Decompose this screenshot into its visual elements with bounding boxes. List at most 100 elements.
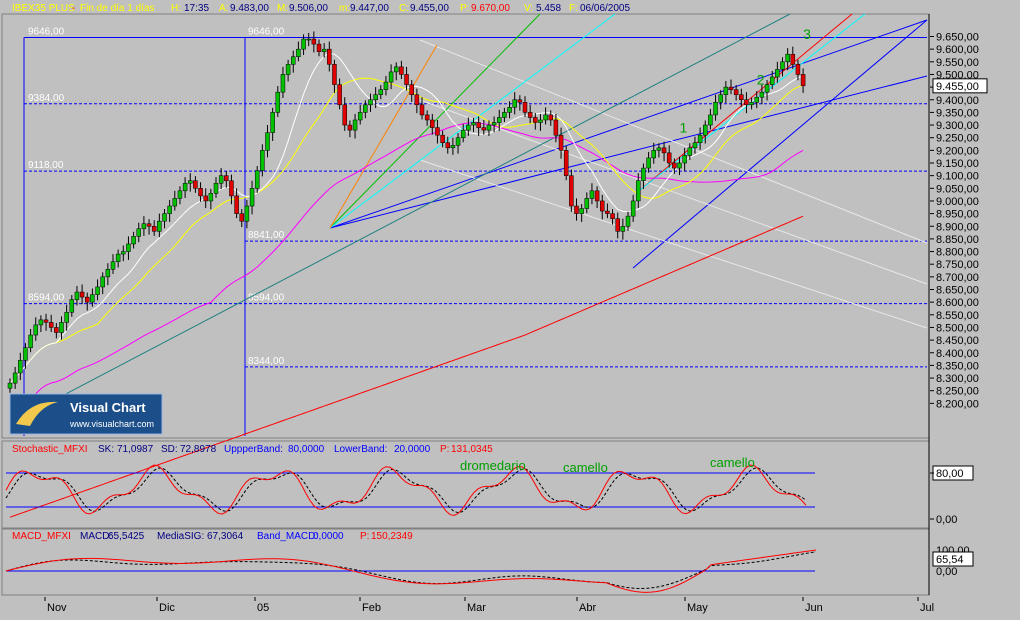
candle-body <box>610 213 615 219</box>
macd-title: MACD_MFXI <box>12 531 71 542</box>
candle-body <box>306 38 311 41</box>
candle-body <box>414 94 420 106</box>
candle-body <box>800 74 806 87</box>
candle-body <box>703 124 708 136</box>
candle-body <box>69 299 75 313</box>
candle-body <box>218 175 224 184</box>
candle-body <box>759 91 765 98</box>
candle-body <box>404 74 409 85</box>
date-tick-label: Nov <box>47 602 67 614</box>
candle-body <box>254 170 260 189</box>
candle-body <box>687 147 693 156</box>
stoch-last-value: 80,00 <box>936 468 964 480</box>
header-c-label: C: <box>399 3 409 14</box>
level-label: 8344,00 <box>248 356 285 367</box>
candle-body <box>579 208 584 214</box>
candle-body <box>656 147 662 151</box>
price-tick-label: 8.200,00 <box>936 398 979 410</box>
price-tick-label: 8.350,00 <box>936 360 979 372</box>
candle-body <box>115 253 121 262</box>
candle-body <box>780 61 785 70</box>
candle-body <box>769 76 775 85</box>
candle-body <box>203 195 208 202</box>
stoch-sd-line <box>5 467 807 514</box>
candle-body <box>718 94 723 103</box>
candle-body <box>270 112 275 133</box>
price-tick-label: 9.050,00 <box>936 183 979 195</box>
candle-body <box>739 94 744 101</box>
candle-body <box>249 188 255 207</box>
header-m2: 9.447,00 <box>350 3 389 14</box>
candle-body <box>605 210 610 214</box>
candle-body <box>167 205 172 214</box>
candle-body <box>785 53 790 63</box>
stoch-p-label: P: <box>440 444 449 455</box>
date-tick-label: Jul <box>920 602 934 614</box>
candle-body <box>795 64 801 75</box>
candle-body <box>43 319 49 323</box>
stoch-sd-label: SD: <box>161 444 178 455</box>
price-tick-label: 8.700,00 <box>936 272 979 284</box>
candle-body <box>136 228 141 237</box>
price-tick-label: 9.200,00 <box>936 145 979 157</box>
candle-body <box>100 276 105 288</box>
candle-body <box>265 132 270 151</box>
price-tick-label: 9.550,00 <box>936 57 979 69</box>
stoch-annotation-camello-1: camello <box>563 460 608 475</box>
candle-body <box>764 84 770 93</box>
candle-body <box>162 213 167 222</box>
level-label: 8594,00 <box>248 293 285 304</box>
candle-body <box>713 102 718 116</box>
candle-body <box>445 142 450 149</box>
price-tick-label: 9.600,00 <box>936 44 979 56</box>
candle-body <box>234 195 239 214</box>
candle-body <box>239 213 244 222</box>
candle-body <box>666 152 672 164</box>
candle-body <box>182 182 188 192</box>
candle-body <box>574 205 579 214</box>
candle-body <box>224 175 229 181</box>
macd-band-value: 0,0000 <box>313 531 344 542</box>
candle-body <box>563 150 569 176</box>
candle-body <box>502 112 507 118</box>
candle-body <box>18 360 23 374</box>
price-tick-label: 9.250,00 <box>936 133 979 145</box>
stoch-sd: 72,8978 <box>180 444 217 455</box>
candle-body <box>151 226 157 232</box>
candle-body <box>126 243 131 252</box>
price-tick-label: 9.150,00 <box>936 158 979 170</box>
stochastic-pane: Stochastic_MFXI SK: 71,0987 SD: 72,8978 … <box>5 444 974 526</box>
price-tick-label: 8.500,00 <box>936 322 979 334</box>
candle-body <box>636 180 641 202</box>
header-symbol: IBEX35 PLUS <box>12 3 75 14</box>
macd-p-value: 150,2349 <box>371 531 413 542</box>
candle-body <box>589 190 595 199</box>
candle-body <box>558 134 564 151</box>
stoch-title: Stochastic_MFXI <box>12 444 88 455</box>
candle-body <box>476 122 481 128</box>
candle-body <box>28 334 33 348</box>
candle-body <box>208 193 214 202</box>
candle-body <box>620 226 626 232</box>
candle-body <box>481 127 487 131</box>
stoch-sk-label: SK: <box>98 444 114 455</box>
candle-body <box>121 251 126 255</box>
candle-body <box>321 48 327 52</box>
header-bar: IBEX35 PLUS - Fin de día 1 días H: 17:35… <box>12 3 630 14</box>
date-tick-label: Jun <box>805 602 823 614</box>
stoch-tick-zero: 0,00 <box>936 514 957 526</box>
header-m: 9.506,00 <box>289 3 328 14</box>
candle-body <box>594 190 600 202</box>
price-tick-label: 8.750,00 <box>936 259 979 271</box>
price-tick-label: 9.100,00 <box>936 171 979 183</box>
price-tick-label: 8.900,00 <box>936 221 979 233</box>
main-pane-frame <box>1 13 930 439</box>
wave-labels: 1 2 3 <box>680 26 812 136</box>
candle-body <box>672 162 677 169</box>
level-label: 9646,00 <box>248 27 285 38</box>
candle-body <box>471 122 476 126</box>
candle-body <box>600 200 605 212</box>
header-time: 17:35 <box>184 3 209 14</box>
candle-body <box>424 114 430 121</box>
macd-last-value: 65,54 <box>936 554 964 566</box>
